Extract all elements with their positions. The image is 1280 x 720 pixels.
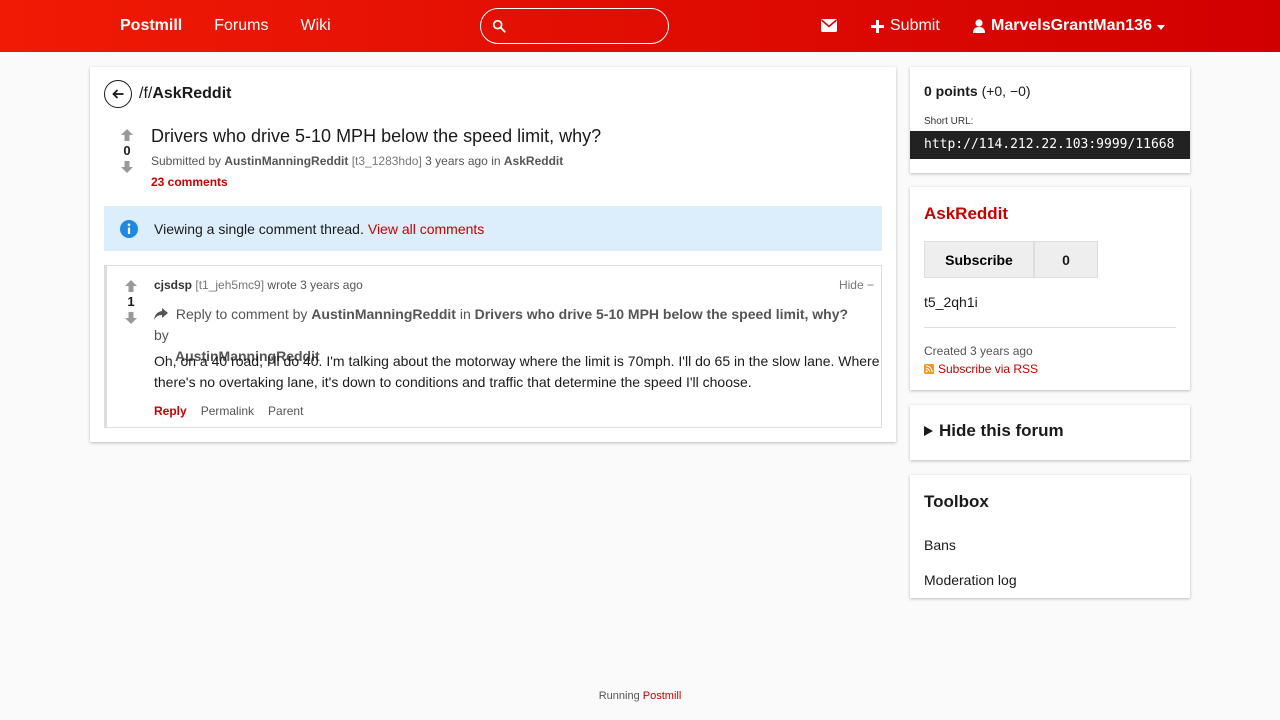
reply-in: in	[459, 306, 471, 322]
short-url-label: Short URL:	[924, 116, 974, 127]
subscribe-button[interactable]: Subscribe	[924, 241, 1034, 278]
post-score: 0	[123, 143, 131, 158]
upvote-icon[interactable]	[125, 280, 137, 292]
comment-body: Oh, on a 40 road, I'll do 40. I'm talkin…	[154, 353, 880, 390]
rss-label: Subscribe via RSS	[938, 362, 1039, 376]
moderation-log-link[interactable]: Moderation log	[924, 572, 1017, 588]
user-icon	[973, 19, 985, 33]
footer-prefix: Running	[598, 690, 640, 702]
parent-link[interactable]: Parent	[268, 404, 303, 418]
messages-button[interactable]	[820, 19, 838, 35]
rss-icon	[924, 364, 934, 374]
rss-link[interactable]: Subscribe via RSS	[924, 362, 1038, 376]
info-icon	[120, 219, 138, 238]
submitted-by-label: Submitted by	[151, 154, 222, 168]
upvote-icon[interactable]	[121, 129, 133, 141]
forum-link[interactable]: AskReddit	[152, 85, 231, 102]
forum-info-card: AskReddit Subscribe 0 t5_2qh1i Created 3…	[910, 187, 1190, 390]
downvote-icon[interactable]	[121, 161, 133, 173]
hide-comment-button[interactable]: Hide −	[839, 278, 874, 292]
comment-time: wrote 3 years ago	[267, 278, 363, 292]
chevron-down-icon	[1156, 24, 1165, 30]
post-time: 3 years ago	[425, 154, 488, 168]
comment-actions: Reply Permalink Parent	[154, 404, 303, 418]
toolbox-card: Toolbox Bans Moderation log	[910, 475, 1190, 598]
post-meta: Submitted by AustinManningReddit [t3_128…	[151, 154, 563, 168]
top-navbar: Postmill Forums Wiki Submit MarvelsGrant…	[0, 0, 1280, 52]
search-icon	[492, 19, 506, 33]
in-label: in	[491, 154, 501, 168]
forums-link[interactable]: Forums	[214, 17, 268, 35]
points-detail: (+0, −0)	[981, 83, 1031, 99]
footer: Running Postmill	[0, 690, 1280, 702]
submit-label: Submit	[890, 17, 940, 34]
post-info-card: 0 points (+0, −0) Short URL: http://114.…	[910, 67, 1190, 173]
comment-header: cjsdsp [t1_jeh5mc9] wrote 3 years ago	[154, 278, 363, 292]
search-box[interactable]	[480, 8, 669, 44]
post-id: [t3_1283hdo]	[351, 154, 422, 168]
footer-postmill-link[interactable]: Postmill	[643, 690, 682, 702]
post-forum-link[interactable]: AskReddit	[504, 154, 563, 168]
post-title[interactable]: Drivers who drive 5-10 MPH below the spe…	[151, 126, 601, 147]
comments-link[interactable]: 23 comments	[151, 175, 228, 189]
forum-id: t5_2qh1i	[924, 294, 978, 310]
forum-breadcrumb: /f/AskReddit	[139, 85, 231, 103]
reply-author-link[interactable]: AustinManningReddit	[311, 306, 456, 322]
short-url-field[interactable]: http://114.212.22.103:9999/11668	[910, 131, 1190, 159]
points-total: 0 points	[924, 83, 978, 99]
view-all-comments-link[interactable]: View all comments	[368, 221, 484, 237]
toolbox-title: Toolbox	[924, 492, 989, 511]
reply-post-link[interactable]: Drivers who drive 5-10 MPH below the spe…	[475, 306, 848, 322]
post-vote: 0	[117, 129, 137, 173]
downvote-icon[interactable]	[125, 312, 137, 324]
submit-button[interactable]: Submit	[871, 0, 940, 52]
reply-by: by	[154, 327, 169, 343]
search-input[interactable]	[514, 18, 664, 34]
bans-link[interactable]: Bans	[924, 537, 956, 553]
triangle-right-icon	[924, 426, 933, 436]
forum-created: Created 3 years ago	[924, 344, 1033, 358]
info-alert: Viewing a single comment thread. View al…	[104, 206, 882, 251]
subscriber-count: 0	[1034, 241, 1098, 278]
divider	[924, 327, 1176, 328]
comment-vote: 1	[121, 280, 141, 324]
forum-prefix: /f/	[139, 85, 153, 102]
brand-link[interactable]: Postmill	[120, 17, 182, 35]
comment-id: [t1_jeh5mc9]	[195, 278, 265, 292]
alert-text: Viewing a single comment thread.	[154, 220, 364, 237]
reply-share-icon	[154, 308, 168, 320]
permalink-link[interactable]: Permalink	[201, 404, 254, 418]
reply-prefix: Reply to comment by	[175, 306, 308, 322]
main-nav: Postmill Forums Wiki	[120, 0, 363, 52]
post-author-link[interactable]: AustinManningReddit	[224, 154, 348, 168]
wiki-link[interactable]: Wiki	[300, 17, 330, 35]
user-menu-button[interactable]: MarvelsGrantMan136	[973, 0, 1165, 52]
main-content: /f/AskReddit 0 Drivers who drive 5-10 MP…	[90, 67, 896, 442]
back-button[interactable]	[104, 80, 132, 108]
comment-author-link[interactable]: cjsdsp	[154, 278, 192, 292]
hide-forum-label: Hide this forum	[939, 421, 1064, 440]
comment: 1 cjsdsp [t1_jeh5mc9] wrote 3 years ago …	[104, 265, 882, 428]
sidebar-forum-link[interactable]: AskReddit	[924, 204, 1008, 224]
username: MarvelsGrantMan136	[991, 17, 1152, 34]
reply-button[interactable]: Reply	[154, 404, 187, 418]
points-summary: 0 points (+0, −0)	[924, 83, 1031, 99]
plus-icon	[871, 19, 884, 33]
comment-score: 1	[127, 294, 135, 309]
hide-forum-card: Hide this forum	[910, 405, 1190, 460]
hide-forum-toggle[interactable]: Hide this forum	[924, 421, 1064, 441]
arrow-left-icon	[112, 89, 124, 99]
envelope-icon	[820, 19, 838, 32]
